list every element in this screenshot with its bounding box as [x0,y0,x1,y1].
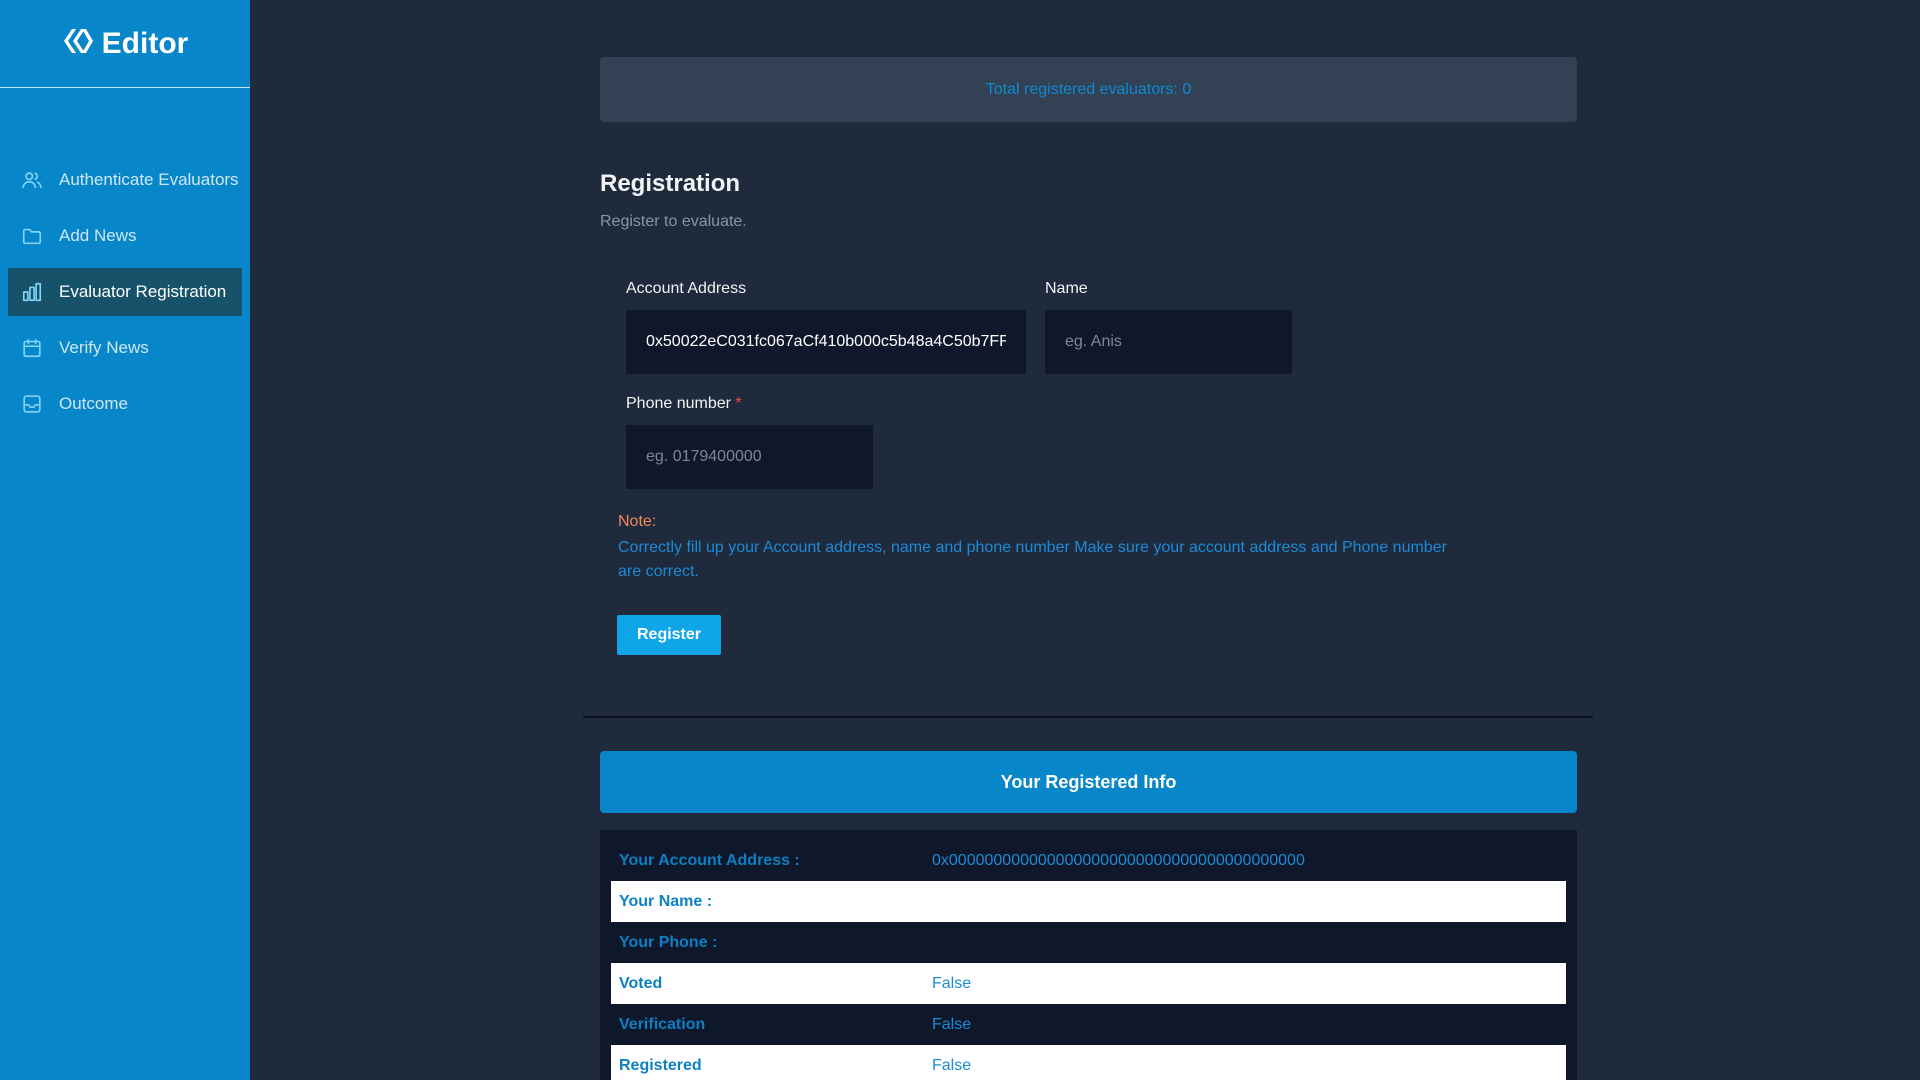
register-button[interactable]: Register [617,615,721,655]
main-content: Total registered evaluators: 0 Registrat… [250,0,1920,1080]
phone-label: Phone number * [626,395,742,413]
name-field[interactable] [1045,310,1292,374]
sidebar-item-label: Outcome [59,394,128,413]
phone-number-field[interactable] [626,425,873,489]
brand-title: Editor [101,26,189,60]
info-key: Voted [619,974,663,992]
sidebar-item-add-news[interactable]: Add News [8,212,242,260]
sidebar-item-label: Add News [59,226,137,245]
inbox-icon [21,393,43,415]
sidebar-nav: Authenticate Evaluators Add News Evaluat… [0,156,250,428]
brand-logo-icon [62,26,94,61]
users-icon [21,169,43,191]
page-subtitle: Register to evaluate. [600,213,747,230]
info-key: Your Phone : [619,933,718,951]
account-address-field[interactable] [626,310,1026,374]
sidebar-item-verify-news[interactable]: Verify News [8,324,242,372]
evaluator-count-text: Total registered evaluators: 0 [985,80,1192,98]
sidebar-item-outcome[interactable]: Outcome [8,380,242,428]
table-row: Registered False [611,1045,1566,1080]
name-label: Name [1045,280,1088,297]
note-text: Correctly fill up your Account address, … [618,539,1447,580]
sidebar-item-label: Authenticate Evaluators [59,170,239,189]
page-title: Registration [600,170,741,197]
info-value: False [932,974,972,992]
table-row: Your Account Address : 0x000000000000000… [611,840,1566,881]
info-key: Verification [619,1015,706,1033]
note-title: Note: [618,513,657,530]
phone-label-text: Phone number [626,395,731,412]
info-key: Registered [619,1056,702,1074]
bar-chart-icon [21,281,43,303]
registered-info-header: Your Registered Info [600,751,1577,813]
folder-icon [21,225,43,247]
sidebar-item-label: Verify News [59,338,149,357]
info-value: False [932,1015,972,1033]
table-row: Verification False [611,1004,1566,1045]
section-divider [583,716,1593,718]
sidebar: Editor Authenticate Evaluators Add News [0,0,250,1080]
sidebar-item-authenticate-evaluators[interactable]: Authenticate Evaluators [8,156,242,204]
table-row: Your Name : [611,881,1566,922]
info-key: Your Account Address : [619,851,800,869]
sidebar-item-evaluator-registration[interactable]: Evaluator Registration [8,268,242,316]
sidebar-item-label: Evaluator Registration [59,282,227,301]
brand[interactable]: Editor [0,0,250,88]
required-mark: * [735,395,742,412]
evaluator-count-banner: Total registered evaluators: 0 [600,57,1577,122]
table-row: Voted False [611,963,1566,1004]
info-key: Your Name : [619,892,713,910]
registered-info-table: Your Account Address : 0x000000000000000… [600,830,1577,1080]
calendar-icon [21,337,43,359]
info-value: False [932,1056,972,1074]
table-row: Your Phone : [611,922,1566,963]
account-address-label: Account Address [626,280,747,297]
info-value: 0x00000000000000000000000000000000000000… [932,851,1305,869]
